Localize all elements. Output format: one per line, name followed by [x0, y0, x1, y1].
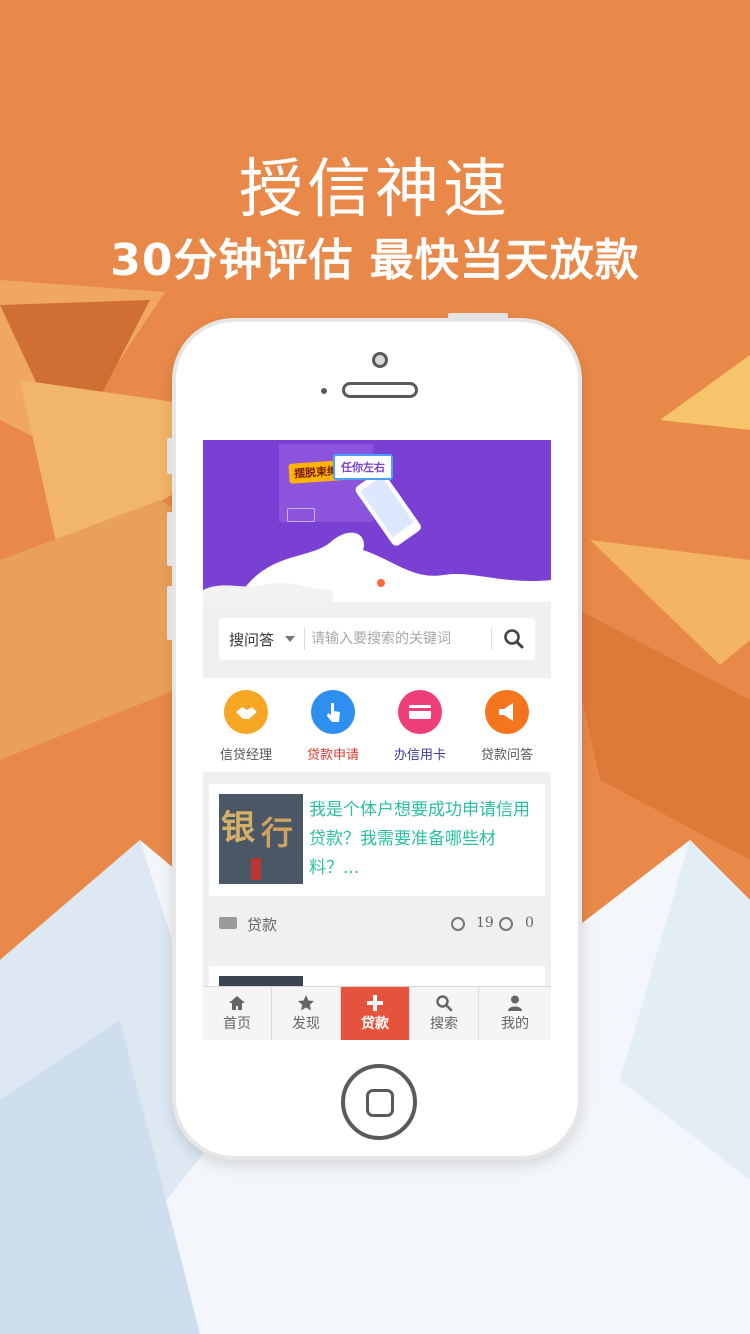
tab-profile[interactable]: 我的: [479, 987, 551, 1040]
home-icon: [229, 996, 245, 1010]
article-card[interactable]: 银 行 我是个体户想要成功申请信用贷款？我需要准备哪些材料？...: [209, 784, 545, 896]
quick-action-credit-card[interactable]: 办信用卡: [377, 690, 463, 763]
comment-count: 0: [525, 915, 534, 931]
banner-tag-right: 任你左右: [333, 454, 393, 480]
tab-label: 首页: [223, 1016, 251, 1032]
mute-switch: [167, 438, 173, 474]
banner-button[interactable]: [287, 508, 315, 522]
bottom-tab-bar: 首页 发现 贷款 搜索 我的: [203, 986, 551, 1040]
quick-action-label: 信贷经理: [219, 748, 272, 763]
user-icon: [508, 995, 522, 1011]
category-icon: [219, 917, 237, 929]
quick-action-credit-manager[interactable]: 信贷经理: [203, 690, 289, 763]
article-title[interactable]: 我是个体户想要成功申请信用贷款？我需要准备哪些材料？...: [309, 796, 537, 883]
front-camera: [372, 352, 388, 368]
megaphone-icon: [485, 690, 529, 734]
article-category[interactable]: 贷款: [247, 914, 277, 935]
quick-action-loan-apply[interactable]: 贷款申请: [290, 690, 376, 763]
handshake-icon: [224, 690, 268, 734]
hero-title: 授信神速: [239, 153, 511, 227]
quick-action-label: 贷款申请: [306, 748, 359, 763]
phone-mockup: 摆脱束缚 任你左右 搜问答 请输入要搜索的关键词 信贷经理 贷款申请 办信用卡 …: [167, 313, 582, 1160]
volume-up-button: [167, 512, 173, 566]
quick-action-label: 办信用卡: [393, 748, 446, 763]
tap-icon: [311, 690, 355, 734]
tab-label: 搜索: [430, 1016, 458, 1032]
search-icon: [436, 995, 453, 1012]
home-button: [341, 1064, 417, 1140]
search-bar: 搜问答: [219, 618, 535, 660]
star-icon: [298, 995, 314, 1011]
chevron-down-icon[interactable]: [285, 636, 295, 642]
flag-decoration: [251, 858, 261, 880]
view-count: 19: [476, 915, 494, 931]
power-button: [448, 313, 508, 319]
search-section: 搜问答: [203, 602, 551, 676]
search-icon[interactable]: [501, 626, 527, 652]
tab-label: 贷款: [361, 1016, 389, 1032]
tab-search[interactable]: 搜索: [410, 987, 479, 1040]
quick-action-loan-qa[interactable]: 贷款问答: [464, 690, 550, 763]
volume-down-button: [167, 586, 173, 640]
tab-discover[interactable]: 发现: [272, 987, 341, 1040]
search-category-select[interactable]: 搜问答: [229, 629, 274, 650]
tab-label: 发现: [292, 1016, 320, 1032]
thumbnail-text: 银: [221, 808, 255, 848]
tab-loan[interactable]: 贷款: [341, 987, 410, 1040]
comment-icon: [499, 917, 513, 931]
earpiece-speaker: [342, 382, 418, 398]
divider: [304, 628, 305, 650]
card-icon: [398, 690, 442, 734]
tab-label: 我的: [501, 1016, 529, 1032]
search-input[interactable]: [311, 627, 487, 651]
article-meta: 贷款 19 0: [203, 904, 551, 944]
divider: [491, 628, 492, 650]
quick-actions: 信贷经理 贷款申请 办信用卡 贷款问答: [203, 678, 551, 772]
app-screen: 摆脱束缚 任你左右 搜问答 请输入要搜索的关键词 信贷经理 贷款申请 办信用卡 …: [203, 440, 551, 1040]
hero-subtitle: 30分钟评估 最快当天放款: [110, 235, 640, 286]
tab-home[interactable]: 首页: [203, 987, 272, 1040]
plus-icon: [367, 995, 383, 1011]
thumbnail-text: 行: [261, 814, 294, 852]
article-thumbnail: 银 行: [219, 794, 303, 884]
proximity-sensor: [321, 388, 327, 394]
promo-banner[interactable]: 摆脱束缚 任你左右: [203, 440, 551, 602]
eye-icon: [451, 917, 465, 931]
quick-action-label: 贷款问答: [480, 748, 533, 763]
